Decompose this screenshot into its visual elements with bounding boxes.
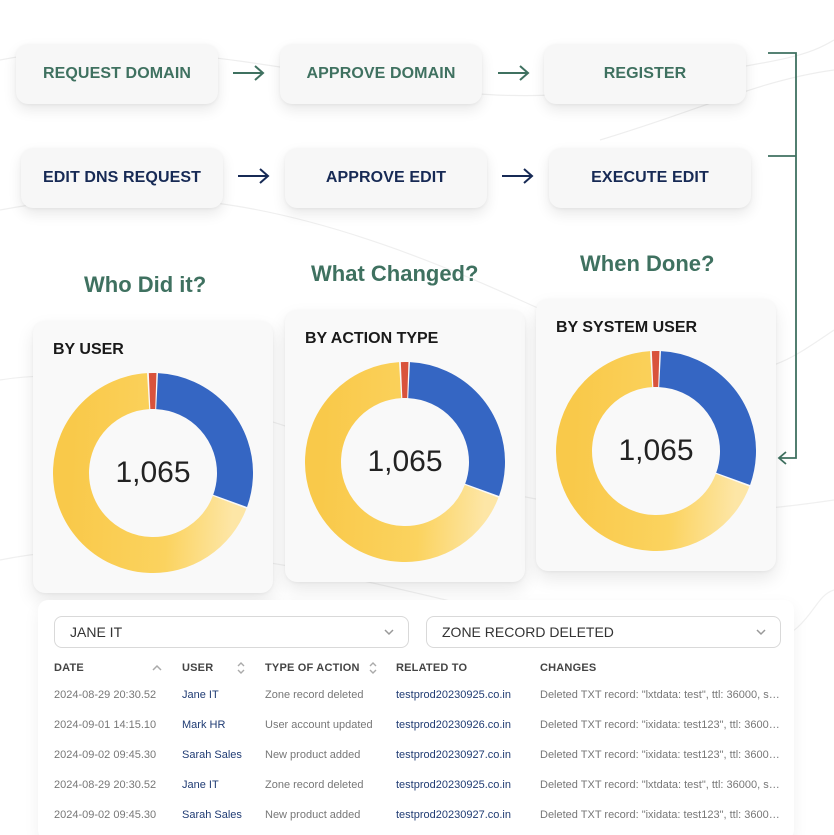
card-by-user: BY USER 1,065	[33, 321, 273, 593]
cell-user[interactable]: Sarah Sales	[182, 809, 242, 821]
cell-related[interactable]: testprod20230925.co.in	[396, 689, 511, 701]
card-title: BY USER	[53, 341, 124, 358]
step-approve-domain[interactable]: APPROVE DOMAIN	[280, 44, 482, 104]
cell-date: 2024-09-01 14:15.10	[54, 719, 157, 731]
column-header-changes[interactable]: CHANGES	[540, 662, 596, 674]
cell-date: 2024-08-29 20:30.52	[54, 689, 157, 701]
cell-action: User account updated	[265, 719, 373, 731]
card-title: BY SYSTEM USER	[556, 319, 698, 336]
step-execute-edit[interactable]: EXECUTE EDIT	[549, 148, 751, 208]
column-header-date[interactable]: DATE	[54, 662, 84, 674]
cell-date: 2024-09-02 09:45.30	[54, 749, 157, 761]
donut-total: 1,065	[618, 434, 694, 467]
donut-chart: 1,065	[53, 372, 253, 573]
cell-changes: Deleted TXT record: "lxtdata: test", ttl…	[540, 779, 782, 791]
audit-log-panel: JANE IT ZONE RECORD DELETED DATE USER TY…	[38, 600, 794, 835]
cell-action: New product added	[265, 809, 361, 821]
card-by-action-type: BY ACTION TYPE 1,065	[285, 310, 525, 582]
cell-changes: Deleted TXT record: "lxtdata: test", ttl…	[540, 689, 782, 701]
cell-user[interactable]: Sarah Sales	[182, 749, 242, 761]
user-filter-value: JANE IT	[70, 624, 123, 640]
cell-related[interactable]: testprod20230925.co.in	[396, 779, 511, 791]
cell-related[interactable]: testprod20230927.co.in	[396, 749, 511, 761]
heading-what: What Changed?	[311, 261, 479, 286]
heading-who: Who Did it?	[84, 272, 207, 297]
cell-date: 2024-09-02 09:45.30	[54, 809, 157, 821]
cell-user[interactable]: Jane IT	[182, 689, 219, 701]
step-edit-dns-request[interactable]: EDIT DNS REQUEST	[21, 148, 223, 208]
cell-date: 2024-08-29 20:30.52	[54, 779, 157, 791]
cell-user[interactable]: Mark HR	[182, 719, 225, 731]
cell-changes: Deleted TXT record: "ixidata: test123", …	[540, 719, 782, 731]
action-filter-select[interactable]: ZONE RECORD DELETED	[426, 616, 781, 648]
chevron-down-icon	[384, 629, 394, 636]
donut-chart: 1,065	[556, 350, 756, 551]
cell-action: Zone record deleted	[265, 689, 364, 701]
step-approve-edit[interactable]: APPROVE EDIT	[285, 148, 487, 208]
table-row[interactable]: 2024-08-29 20:30.52 Jane IT Zone record …	[38, 689, 794, 719]
cell-action: New product added	[265, 749, 361, 761]
sort-up-icon[interactable]	[151, 661, 163, 675]
table-row[interactable]: 2024-09-02 09:45.30 Sarah Sales New prod…	[38, 809, 794, 835]
column-header-related-to[interactable]: RELATED TO	[396, 662, 467, 674]
column-header-type-of-action[interactable]: TYPE OF ACTION	[265, 662, 360, 674]
cell-related[interactable]: testprod20230926.co.in	[396, 719, 511, 731]
cell-user[interactable]: Jane IT	[182, 779, 219, 791]
card-by-system-user: BY SYSTEM USER 1,065	[536, 299, 776, 571]
card-title: BY ACTION TYPE	[305, 330, 439, 347]
cell-changes: Deleted TXT record: "ixidata: test123", …	[540, 749, 782, 761]
cell-action: Zone record deleted	[265, 779, 364, 791]
table-row[interactable]: 2024-08-29 20:30.52 Jane IT Zone record …	[38, 779, 794, 809]
column-header-user[interactable]: USER	[182, 662, 213, 674]
cell-related[interactable]: testprod20230927.co.in	[396, 809, 511, 821]
arrow-right-icon	[502, 168, 534, 184]
heading-when: When Done?	[580, 251, 715, 276]
arrow-right-icon	[233, 65, 265, 81]
arrow-right-icon	[498, 65, 530, 81]
sort-icon[interactable]	[367, 661, 379, 675]
table-row[interactable]: 2024-09-01 14:15.10 Mark HR User account…	[38, 719, 794, 749]
table-row[interactable]: 2024-09-02 09:45.30 Sarah Sales New prod…	[38, 749, 794, 779]
sort-icon[interactable]	[235, 661, 247, 675]
donut-total: 1,065	[367, 445, 443, 478]
step-register[interactable]: REGISTER	[544, 44, 746, 104]
step-request-domain[interactable]: REQUEST DOMAIN	[16, 44, 218, 104]
cell-changes: Deleted TXT record: "ixidata: test123", …	[540, 809, 782, 821]
donut-total: 1,065	[115, 456, 191, 489]
user-filter-select[interactable]: JANE IT	[54, 616, 409, 648]
arrow-right-icon	[238, 168, 270, 184]
action-filter-value: ZONE RECORD DELETED	[442, 624, 614, 640]
chevron-down-icon	[756, 629, 766, 636]
donut-chart: 1,065	[305, 361, 505, 562]
